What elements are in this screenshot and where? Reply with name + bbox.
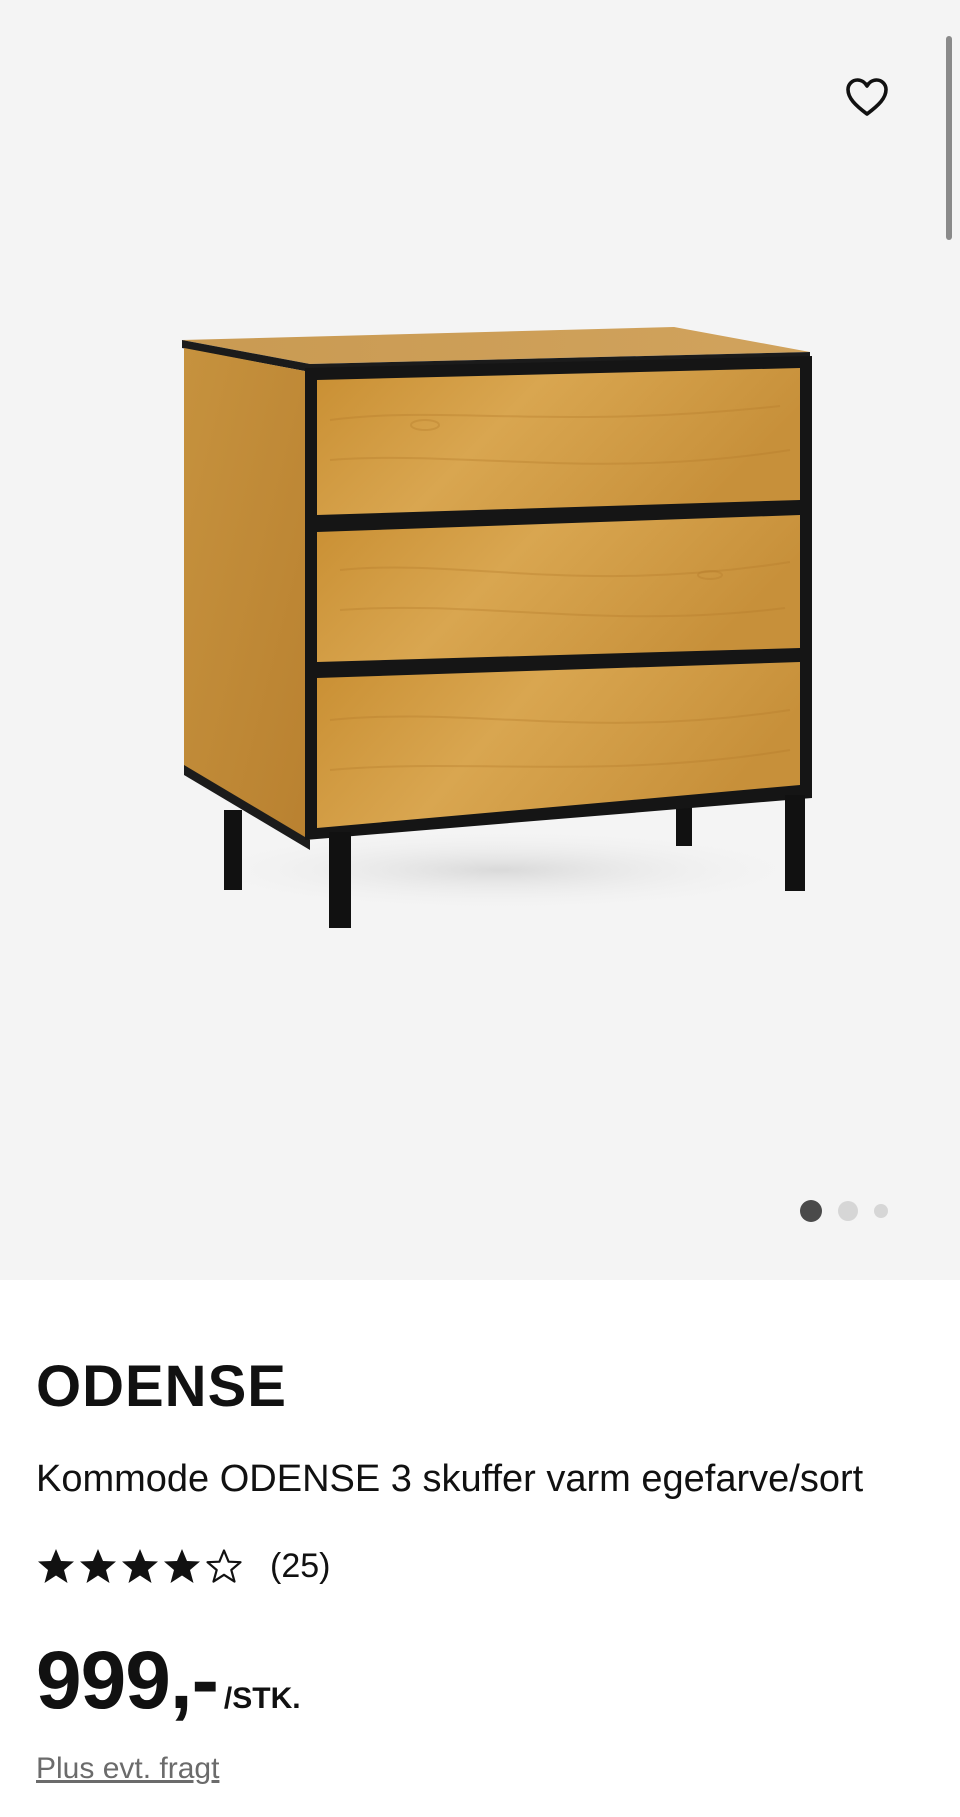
star-filled-icon [122, 1549, 158, 1583]
star-outline-icon [206, 1549, 242, 1583]
product-image[interactable] [140, 310, 820, 950]
carousel-dots [800, 1196, 888, 1226]
product-image-gallery[interactable] [0, 0, 960, 1280]
product-title: Kommode ODENSE 3 skuffer varm egefarve/s… [36, 1458, 864, 1500]
rating-stars [36, 1546, 244, 1586]
price-unit: /STK. [223, 1682, 301, 1715]
star-filled-icon [164, 1549, 200, 1583]
carousel-dot-1[interactable] [800, 1200, 822, 1222]
scrollbar[interactable] [946, 36, 952, 240]
price-row: 999,- /STK. [36, 1640, 301, 1722]
review-count: (25) [270, 1547, 331, 1585]
heart-outline-icon [846, 78, 888, 116]
product-brand: ODENSE [36, 1354, 287, 1419]
product-rating[interactable]: (25) [36, 1542, 330, 1590]
shipping-info-link[interactable]: Plus evt. fragt [36, 1752, 219, 1786]
star-filled-icon [38, 1549, 74, 1583]
carousel-dot-2[interactable] [838, 1201, 858, 1221]
star-filled-icon [80, 1549, 116, 1583]
favorite-button[interactable] [840, 70, 894, 124]
carousel-dot-3[interactable] [874, 1204, 888, 1218]
price: 999,- [36, 1635, 219, 1726]
